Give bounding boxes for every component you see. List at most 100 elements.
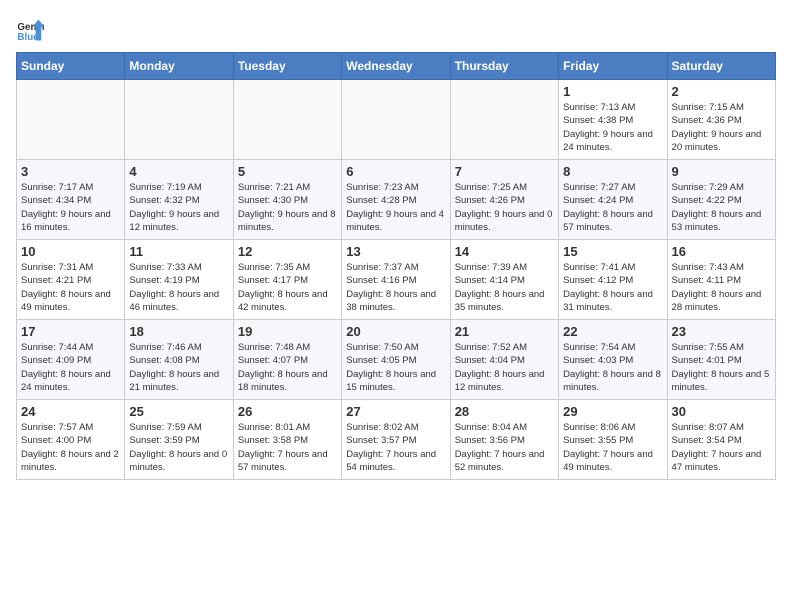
day-info: Sunrise: 7:15 AM Sunset: 4:36 PM Dayligh… — [672, 101, 771, 154]
day-number: 27 — [346, 404, 445, 419]
calendar-cell — [342, 80, 450, 160]
day-info: Sunrise: 8:04 AM Sunset: 3:56 PM Dayligh… — [455, 421, 554, 474]
day-info: Sunrise: 7:50 AM Sunset: 4:05 PM Dayligh… — [346, 341, 445, 394]
weekday-header-friday: Friday — [559, 53, 667, 80]
day-number: 3 — [21, 164, 120, 179]
calendar-cell — [125, 80, 233, 160]
day-number: 6 — [346, 164, 445, 179]
day-info: Sunrise: 7:31 AM Sunset: 4:21 PM Dayligh… — [21, 261, 120, 314]
calendar-cell: 16Sunrise: 7:43 AM Sunset: 4:11 PM Dayli… — [667, 240, 775, 320]
weekday-header-row: SundayMondayTuesdayWednesdayThursdayFrid… — [17, 53, 776, 80]
day-number: 4 — [129, 164, 228, 179]
calendar-cell: 8Sunrise: 7:27 AM Sunset: 4:24 PM Daylig… — [559, 160, 667, 240]
day-info: Sunrise: 7:37 AM Sunset: 4:16 PM Dayligh… — [346, 261, 445, 314]
day-info: Sunrise: 7:46 AM Sunset: 4:08 PM Dayligh… — [129, 341, 228, 394]
calendar-cell: 12 Sunrise: 7:35 AM Sunset: 4:17 PM Dayli… — [233, 240, 341, 320]
day-info: Sunrise: 7:54 AM Sunset: 4:03 PM Dayligh… — [563, 341, 662, 394]
day-number: 24 — [21, 404, 120, 419]
weekday-header-sunday: Sunday — [17, 53, 125, 80]
day-number: 28 — [455, 404, 554, 419]
day-info: Sunrise: 7:35 AM Sunset: 4:17 PM Dayligh… — [238, 261, 337, 314]
day-number: 13 — [346, 244, 445, 259]
weekday-header-wednesday: Wednesday — [342, 53, 450, 80]
day-info: Sunrise: 7:21 AM Sunset: 4:30 PM Dayligh… — [238, 181, 337, 234]
calendar-cell: 2 Sunrise: 7:15 AM Sunset: 4:36 PM Daylig… — [667, 80, 775, 160]
calendar-cell: 17Sunrise: 7:44 AM Sunset: 4:09 PM Dayli… — [17, 320, 125, 400]
calendar-cell: 30 Sunrise: 8:07 AM Sunset: 3:54 PM Dayli… — [667, 400, 775, 480]
calendar-cell: 11 Sunrise: 7:33 AM Sunset: 4:19 PM Dayli… — [125, 240, 233, 320]
calendar-week-row: 1 Sunrise: 7:13 AM Sunset: 4:38 PM Daylig… — [17, 80, 776, 160]
day-info: Sunrise: 8:01 AM Sunset: 3:58 PM Dayligh… — [238, 421, 337, 474]
weekday-header-saturday: Saturday — [667, 53, 775, 80]
day-number: 26 — [238, 404, 337, 419]
day-info: Sunrise: 8:02 AM Sunset: 3:57 PM Dayligh… — [346, 421, 445, 474]
day-number: 5 — [238, 164, 337, 179]
day-number: 29 — [563, 404, 662, 419]
calendar-cell: 24 Sunrise: 7:57 AM Sunset: 4:00 PM Dayli… — [17, 400, 125, 480]
calendar-cell: 13 Sunrise: 7:37 AM Sunset: 4:16 PM Dayli… — [342, 240, 450, 320]
calendar-cell: 9Sunrise: 7:29 AM Sunset: 4:22 PM Daylig… — [667, 160, 775, 240]
day-number: 19 — [238, 324, 337, 339]
calendar-cell: 18 Sunrise: 7:46 AM Sunset: 4:08 PM Dayli… — [125, 320, 233, 400]
day-number: 11 — [129, 244, 228, 259]
day-info: Sunrise: 7:52 AM Sunset: 4:04 PM Dayligh… — [455, 341, 554, 394]
day-number: 18 — [129, 324, 228, 339]
calendar-week-row: 3 Sunrise: 7:17 AM Sunset: 4:34 PM Daylig… — [17, 160, 776, 240]
logo-icon: General Blue — [16, 16, 44, 44]
calendar-cell — [17, 80, 125, 160]
day-info: Sunrise: 8:07 AM Sunset: 3:54 PM Dayligh… — [672, 421, 771, 474]
logo: General Blue — [16, 16, 48, 44]
calendar-cell — [450, 80, 558, 160]
day-info: Sunrise: 7:17 AM Sunset: 4:34 PM Dayligh… — [21, 181, 120, 234]
day-number: 16 — [672, 244, 771, 259]
day-number: 10 — [21, 244, 120, 259]
day-info: Sunrise: 7:33 AM Sunset: 4:19 PM Dayligh… — [129, 261, 228, 314]
day-info: Sunrise: 7:19 AM Sunset: 4:32 PM Dayligh… — [129, 181, 228, 234]
weekday-header-thursday: Thursday — [450, 53, 558, 80]
day-info: Sunrise: 7:57 AM Sunset: 4:00 PM Dayligh… — [21, 421, 120, 474]
calendar-cell: 14 Sunrise: 7:39 AM Sunset: 4:14 PM Dayli… — [450, 240, 558, 320]
day-info: Sunrise: 7:13 AM Sunset: 4:38 PM Dayligh… — [563, 101, 662, 154]
calendar-table: SundayMondayTuesdayWednesdayThursdayFrid… — [16, 52, 776, 480]
weekday-header-tuesday: Tuesday — [233, 53, 341, 80]
page-header: General Blue — [16, 16, 776, 44]
calendar-cell: 26 Sunrise: 8:01 AM Sunset: 3:58 PM Dayli… — [233, 400, 341, 480]
weekday-header-monday: Monday — [125, 53, 233, 80]
day-number: 30 — [672, 404, 771, 419]
day-number: 22 — [563, 324, 662, 339]
calendar-cell: 21 Sunrise: 7:52 AM Sunset: 4:04 PM Dayli… — [450, 320, 558, 400]
calendar-cell: 1 Sunrise: 7:13 AM Sunset: 4:38 PM Daylig… — [559, 80, 667, 160]
day-info: Sunrise: 8:06 AM Sunset: 3:55 PM Dayligh… — [563, 421, 662, 474]
day-info: Sunrise: 7:55 AM Sunset: 4:01 PM Dayligh… — [672, 341, 771, 394]
calendar-cell: 19 Sunrise: 7:48 AM Sunset: 4:07 PM Dayli… — [233, 320, 341, 400]
calendar-cell: 7Sunrise: 7:25 AM Sunset: 4:26 PM Daylig… — [450, 160, 558, 240]
calendar-cell: 22 Sunrise: 7:54 AM Sunset: 4:03 PM Dayli… — [559, 320, 667, 400]
day-number: 2 — [672, 84, 771, 99]
day-number: 21 — [455, 324, 554, 339]
calendar-cell: 29 Sunrise: 8:06 AM Sunset: 3:55 PM Dayli… — [559, 400, 667, 480]
calendar-week-row: 24 Sunrise: 7:57 AM Sunset: 4:00 PM Dayli… — [17, 400, 776, 480]
calendar-cell: 4 Sunrise: 7:19 AM Sunset: 4:32 PM Daylig… — [125, 160, 233, 240]
day-number: 14 — [455, 244, 554, 259]
calendar-cell: 15Sunrise: 7:41 AM Sunset: 4:12 PM Dayli… — [559, 240, 667, 320]
calendar-week-row: 10 Sunrise: 7:31 AM Sunset: 4:21 PM Dayli… — [17, 240, 776, 320]
day-info: Sunrise: 7:59 AM Sunset: 3:59 PM Dayligh… — [129, 421, 228, 474]
calendar-cell: 27 Sunrise: 8:02 AM Sunset: 3:57 PM Dayli… — [342, 400, 450, 480]
calendar-cell: 3 Sunrise: 7:17 AM Sunset: 4:34 PM Daylig… — [17, 160, 125, 240]
day-number: 20 — [346, 324, 445, 339]
calendar-cell: 6 Sunrise: 7:23 AM Sunset: 4:28 PM Daylig… — [342, 160, 450, 240]
day-number: 25 — [129, 404, 228, 419]
day-info: Sunrise: 7:25 AM Sunset: 4:26 PM Dayligh… — [455, 181, 554, 234]
day-number: 23 — [672, 324, 771, 339]
day-info: Sunrise: 7:48 AM Sunset: 4:07 PM Dayligh… — [238, 341, 337, 394]
calendar-cell: 10 Sunrise: 7:31 AM Sunset: 4:21 PM Dayli… — [17, 240, 125, 320]
day-info: Sunrise: 7:23 AM Sunset: 4:28 PM Dayligh… — [346, 181, 445, 234]
day-info: Sunrise: 7:39 AM Sunset: 4:14 PM Dayligh… — [455, 261, 554, 314]
calendar-cell: 25 Sunrise: 7:59 AM Sunset: 3:59 PM Dayli… — [125, 400, 233, 480]
day-number: 12 — [238, 244, 337, 259]
day-number: 1 — [563, 84, 662, 99]
calendar-week-row: 17Sunrise: 7:44 AM Sunset: 4:09 PM Dayli… — [17, 320, 776, 400]
calendar-cell: 28 Sunrise: 8:04 AM Sunset: 3:56 PM Dayli… — [450, 400, 558, 480]
day-info: Sunrise: 7:44 AM Sunset: 4:09 PM Dayligh… — [21, 341, 120, 394]
day-info: Sunrise: 7:29 AM Sunset: 4:22 PM Dayligh… — [672, 181, 771, 234]
